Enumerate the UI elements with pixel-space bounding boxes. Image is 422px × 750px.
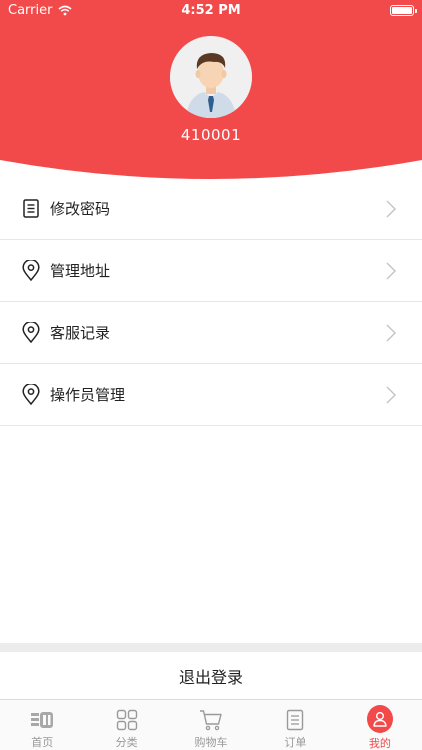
tab-label: 我的 [368, 737, 391, 750]
menu-item-label: 客服记录 [50, 324, 111, 342]
tab-cart[interactable]: 购物车 [169, 700, 253, 750]
tab-orders[interactable]: 订单 [253, 700, 337, 750]
tab-categories[interactable]: 分类 [84, 700, 168, 750]
avatar-illustration [170, 36, 252, 118]
location-pin-icon [21, 384, 41, 406]
document-icon [21, 198, 41, 220]
tab-home[interactable]: 首页 [0, 700, 84, 750]
user-icon [366, 704, 393, 733]
profile-section: 410001 [0, 36, 422, 144]
order-list-icon [282, 708, 308, 731]
menu-item-change-password[interactable]: 修改密码 [0, 178, 422, 240]
menu-item-manage-address[interactable]: 管理地址 [0, 240, 422, 302]
menu-item-label: 修改密码 [50, 200, 111, 218]
tab-mine[interactable]: 我的 [338, 700, 422, 750]
cart-icon [198, 708, 224, 731]
chevron-right-icon [386, 262, 396, 280]
tab-label: 购物车 [194, 736, 228, 749]
menu-item-label: 操作员管理 [50, 386, 126, 404]
location-pin-icon [21, 322, 41, 344]
tab-label: 分类 [115, 736, 138, 749]
logout-button[interactable]: 退出登录 [0, 652, 422, 700]
avatar[interactable] [170, 36, 252, 118]
grid-icon [114, 708, 140, 731]
home-logo-icon [29, 708, 55, 731]
status-time: 4:52 PM [181, 3, 241, 18]
menu-item-service-records[interactable]: 客服记录 [0, 302, 422, 364]
battery-icon [390, 5, 417, 16]
chevron-right-icon [386, 200, 396, 218]
tab-bar: 首页 分类 购物车 订单 我的 [0, 700, 422, 750]
chevron-right-icon [386, 324, 396, 342]
tab-label: 首页 [31, 736, 54, 749]
menu-item-label: 管理地址 [50, 262, 111, 280]
user-id: 410001 [180, 126, 242, 144]
location-pin-icon [21, 260, 41, 282]
settings-menu: 修改密码 管理地址 客服记录 操作员管理 [0, 178, 422, 426]
chevron-right-icon [386, 386, 396, 404]
section-divider [0, 643, 422, 652]
menu-item-operator-management[interactable]: 操作员管理 [0, 364, 422, 426]
tab-label: 订单 [284, 736, 307, 749]
status-bar: Carrier 4:52 PM [0, 0, 422, 22]
